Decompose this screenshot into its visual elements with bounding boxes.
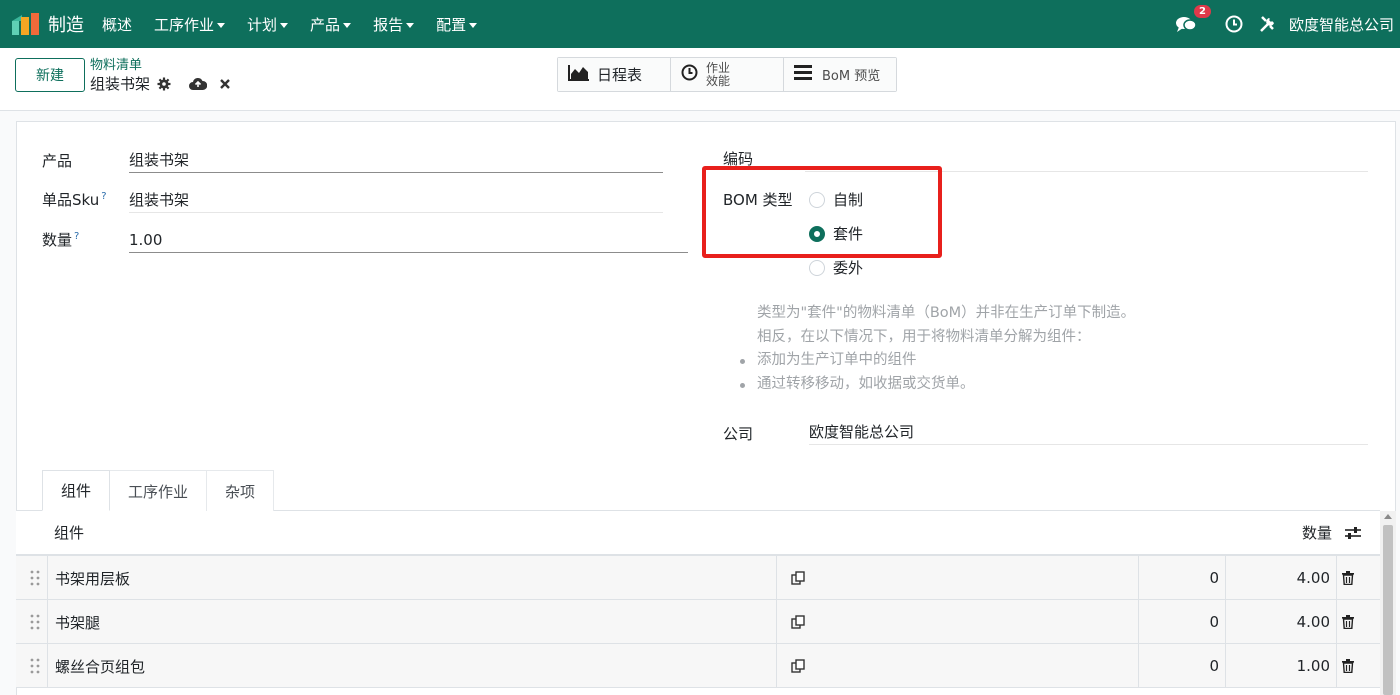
new-button[interactable]: 新建 (15, 58, 85, 92)
optional-columns-sliders-icon[interactable] (1344, 526, 1362, 540)
menu-products[interactable]: 产品 (310, 14, 352, 35)
caret-down-icon (469, 22, 478, 28)
efficiency-stat-button[interactable]: 作业 效能 (671, 58, 784, 91)
components-table: 组件 数量 书架用层板 0 4.00 书架腿 0 4.00 螺丝合页组包 0 1… (16, 511, 1380, 688)
table-header: 组件 数量 (16, 511, 1380, 556)
tab-components[interactable]: 组件 (42, 470, 111, 511)
app-logo-icon[interactable] (12, 13, 40, 35)
radio-unchecked-icon[interactable] (809, 259, 825, 276)
drag-handle-icon[interactable] (30, 570, 40, 590)
component-name-cell[interactable]: 螺丝合页组包 (47, 644, 776, 688)
trash-icon[interactable] (1336, 556, 1380, 600)
help-bullet: 通过转移移动，如收据或交货单。 (739, 373, 1135, 397)
activity-clock-icon[interactable] (1225, 15, 1243, 33)
company-label: 公司 (723, 425, 754, 443)
gear-icon[interactable] (157, 77, 171, 91)
caret-down-icon (343, 22, 352, 28)
component-name-cell[interactable]: 书架腿 (47, 600, 776, 644)
help-tooltip-icon[interactable]: ? (74, 231, 79, 242)
copy-icon[interactable] (776, 600, 1138, 644)
copy-icon[interactable] (776, 556, 1138, 600)
tools-icon[interactable] (1259, 15, 1277, 33)
component-name-cell[interactable]: 书架用层板 (47, 556, 776, 600)
menu-reporting[interactable]: 报告 (373, 14, 415, 35)
area-chart-icon (568, 64, 590, 85)
notebook-tabs: 组件 工序作业 杂项 (42, 470, 275, 511)
breadcrumb: 物料清单 组装书架 (90, 58, 231, 94)
breadcrumb-current: 组装书架 (90, 75, 151, 93)
clock-icon (681, 64, 698, 85)
drag-handle-icon[interactable] (30, 658, 40, 678)
sku-label: 单品Sku? (42, 191, 107, 209)
copy-icon[interactable] (776, 644, 1138, 688)
numeric-cell[interactable]: 0 (1138, 556, 1225, 600)
app-name[interactable]: 制造 (48, 11, 84, 37)
table-row[interactable]: 书架用层板 0 4.00 (16, 556, 1380, 600)
quantity-label: 数量? (42, 231, 80, 249)
tab-operations[interactable]: 工序作业 (109, 470, 208, 511)
message-count-badge: 2 (1194, 5, 1211, 18)
quantity-cell[interactable]: 4.00 (1225, 556, 1336, 600)
help-tooltip-icon[interactable]: ? (101, 191, 106, 202)
bom-preview-stat-button[interactable]: BoM 预览 (784, 58, 896, 91)
menu-overview[interactable]: 概述 (102, 14, 132, 35)
control-panel: 新建 物料清单 组装书架 日程表 作业 效能 BoM 预览 (0, 48, 1400, 111)
bom-type-help-text: 类型为"套件"的物料清单（BoM）并非在生产订单下制造。 相反，在以下情况下，用… (739, 302, 1135, 397)
quantity-cell[interactable]: 4.00 (1225, 600, 1336, 644)
top-navbar: 制造 概述 工序作业 计划 产品 报告 配置 2 欧度智能总公司 (0, 0, 1400, 48)
breadcrumb-parent[interactable]: 物料清单 (90, 58, 231, 74)
caret-down-icon (406, 22, 415, 28)
schedule-stat-button[interactable]: 日程表 (558, 58, 671, 91)
numeric-cell[interactable]: 0 (1138, 644, 1225, 688)
list-bars-icon (794, 65, 812, 84)
vertical-scrollbar[interactable] (1380, 511, 1396, 695)
table-row[interactable]: 书架腿 0 4.00 (16, 600, 1380, 644)
product-label: 产品 (42, 152, 73, 170)
menu-operations[interactable]: 工序作业 (154, 14, 226, 35)
company-switcher[interactable]: 欧度智能总公司 (1289, 14, 1394, 35)
numeric-cell[interactable]: 0 (1138, 600, 1225, 644)
drag-handle-icon[interactable] (30, 614, 40, 634)
quantity-cell[interactable]: 1.00 (1225, 644, 1336, 688)
tab-miscellaneous[interactable]: 杂项 (206, 470, 275, 511)
menu-planning[interactable]: 计划 (247, 14, 289, 35)
cloud-save-icon[interactable] (189, 77, 208, 91)
scrollbar-thumb[interactable] (1383, 525, 1393, 695)
trash-icon[interactable] (1336, 600, 1380, 644)
trash-icon[interactable] (1336, 644, 1380, 688)
product-field[interactable]: 组装书架 (129, 149, 663, 173)
sku-field[interactable]: 组装书架 (129, 189, 663, 213)
column-header-quantity[interactable]: 数量 (1302, 522, 1332, 543)
scroll-up-icon[interactable] (1384, 514, 1392, 519)
messages-icon[interactable]: 2 (1175, 5, 1211, 33)
column-header-component[interactable]: 组件 (54, 522, 84, 543)
table-row[interactable]: 螺丝合页组包 0 1.00 (16, 644, 1380, 688)
caret-down-icon (217, 22, 226, 28)
discard-close-icon[interactable] (219, 78, 231, 90)
smart-buttons: 日程表 作业 效能 BoM 预览 (557, 57, 897, 92)
company-field[interactable]: 欧度智能总公司 (809, 421, 1368, 445)
caret-down-icon (280, 22, 289, 28)
quantity-field[interactable]: 1.00 (129, 229, 688, 253)
bom-type-option-subcontract[interactable]: 委外 (809, 257, 863, 278)
highlight-box (702, 166, 942, 258)
menu-configuration[interactable]: 配置 (436, 14, 478, 35)
help-bullet: 添加为生产订单中的组件 (739, 349, 1135, 373)
